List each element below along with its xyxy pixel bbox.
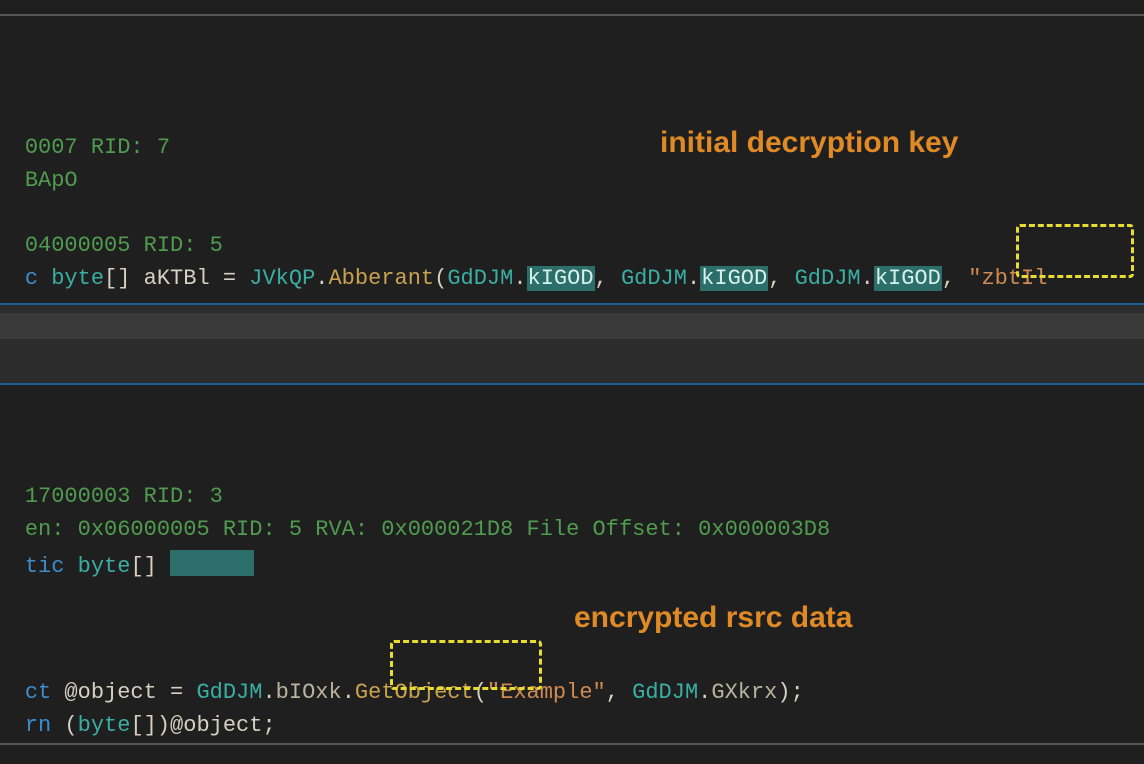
comma: ,	[768, 266, 781, 291]
annotation-initial-decryption-key: initial decryption key	[660, 126, 958, 160]
paren-close-semi: );	[777, 680, 803, 705]
member-GXkrx: GXkrx	[711, 680, 777, 705]
hex-offset: 0x000003D8	[698, 517, 830, 542]
dot: .	[861, 266, 874, 291]
brackets-close: [])	[130, 713, 170, 738]
var-aKTBl: aKTBl	[144, 266, 210, 291]
string-Example: "Example"	[487, 680, 606, 705]
paren-open: (	[434, 266, 447, 291]
code-line[interactable]: rn (byte[])@object;	[0, 688, 276, 763]
code-pane-top[interactable]: 0007 RID: 7 BApO 04000005 RID: 5 c byte[…	[0, 0, 1144, 303]
keyword-return: rn	[25, 713, 51, 738]
highlighted-kIGOD: kIGOD	[527, 266, 595, 291]
divider	[0, 14, 1144, 16]
class-GdDJM: GdDJM	[795, 266, 861, 291]
code-line[interactable]: tic byte[]	[0, 525, 254, 604]
offset-label: File Offset:	[513, 517, 698, 542]
var-object: @object	[170, 713, 262, 738]
paren-open: (	[64, 713, 77, 738]
name-text: BApO	[25, 168, 78, 193]
dot: .	[698, 680, 711, 705]
hex-rva: 0x000021D8	[381, 517, 513, 542]
equals: =	[223, 266, 236, 291]
rid-num: 5	[289, 517, 302, 542]
brackets: []	[130, 554, 156, 579]
annotation-encrypted-rsrc-data: encrypted rsrc data	[574, 601, 852, 635]
pane-splitter[interactable]	[0, 303, 1144, 385]
highlighted-kIGOD: kIGOD	[700, 266, 768, 291]
type-byte: byte	[78, 554, 131, 579]
dot: .	[687, 266, 700, 291]
class-GdDJM: GdDJM	[621, 266, 687, 291]
rva-label: RVA:	[302, 517, 381, 542]
semicolon: ;	[262, 713, 275, 738]
class-JVkQP: JVkQP	[249, 266, 315, 291]
tab-strip-empty	[0, 313, 1144, 339]
paren-open: (	[474, 680, 487, 705]
string-zbtIl: zbtIl	[981, 266, 1047, 291]
type-byte: byte	[78, 713, 131, 738]
comma: ,	[942, 266, 955, 291]
keyword-static: tic	[25, 554, 65, 579]
class-GdDJM: GdDJM	[447, 266, 513, 291]
dot: .	[315, 266, 328, 291]
divider	[0, 743, 1144, 745]
code-pane-bottom[interactable]: 17000003 RID: 3 en: 0x06000005 RID: 5 RV…	[0, 385, 1144, 764]
brackets: []	[104, 266, 130, 291]
highlighted-kIGOD: kIGOD	[874, 266, 942, 291]
member-bIOxk: bIOxk	[276, 680, 342, 705]
comma: ,	[606, 680, 619, 705]
metadata-line: BApO	[0, 143, 78, 218]
method-GetObject: GetObject	[355, 680, 474, 705]
string-open-quote: "	[968, 266, 981, 291]
comma: ,	[595, 266, 608, 291]
dot: .	[342, 680, 355, 705]
class-GdDJM: GdDJM	[632, 680, 698, 705]
method-Abberant: Abberant	[328, 266, 434, 291]
type-byte: byte	[51, 266, 104, 291]
text-selection[interactable]	[170, 550, 254, 576]
dot: .	[513, 266, 526, 291]
keyword: c	[25, 266, 38, 291]
